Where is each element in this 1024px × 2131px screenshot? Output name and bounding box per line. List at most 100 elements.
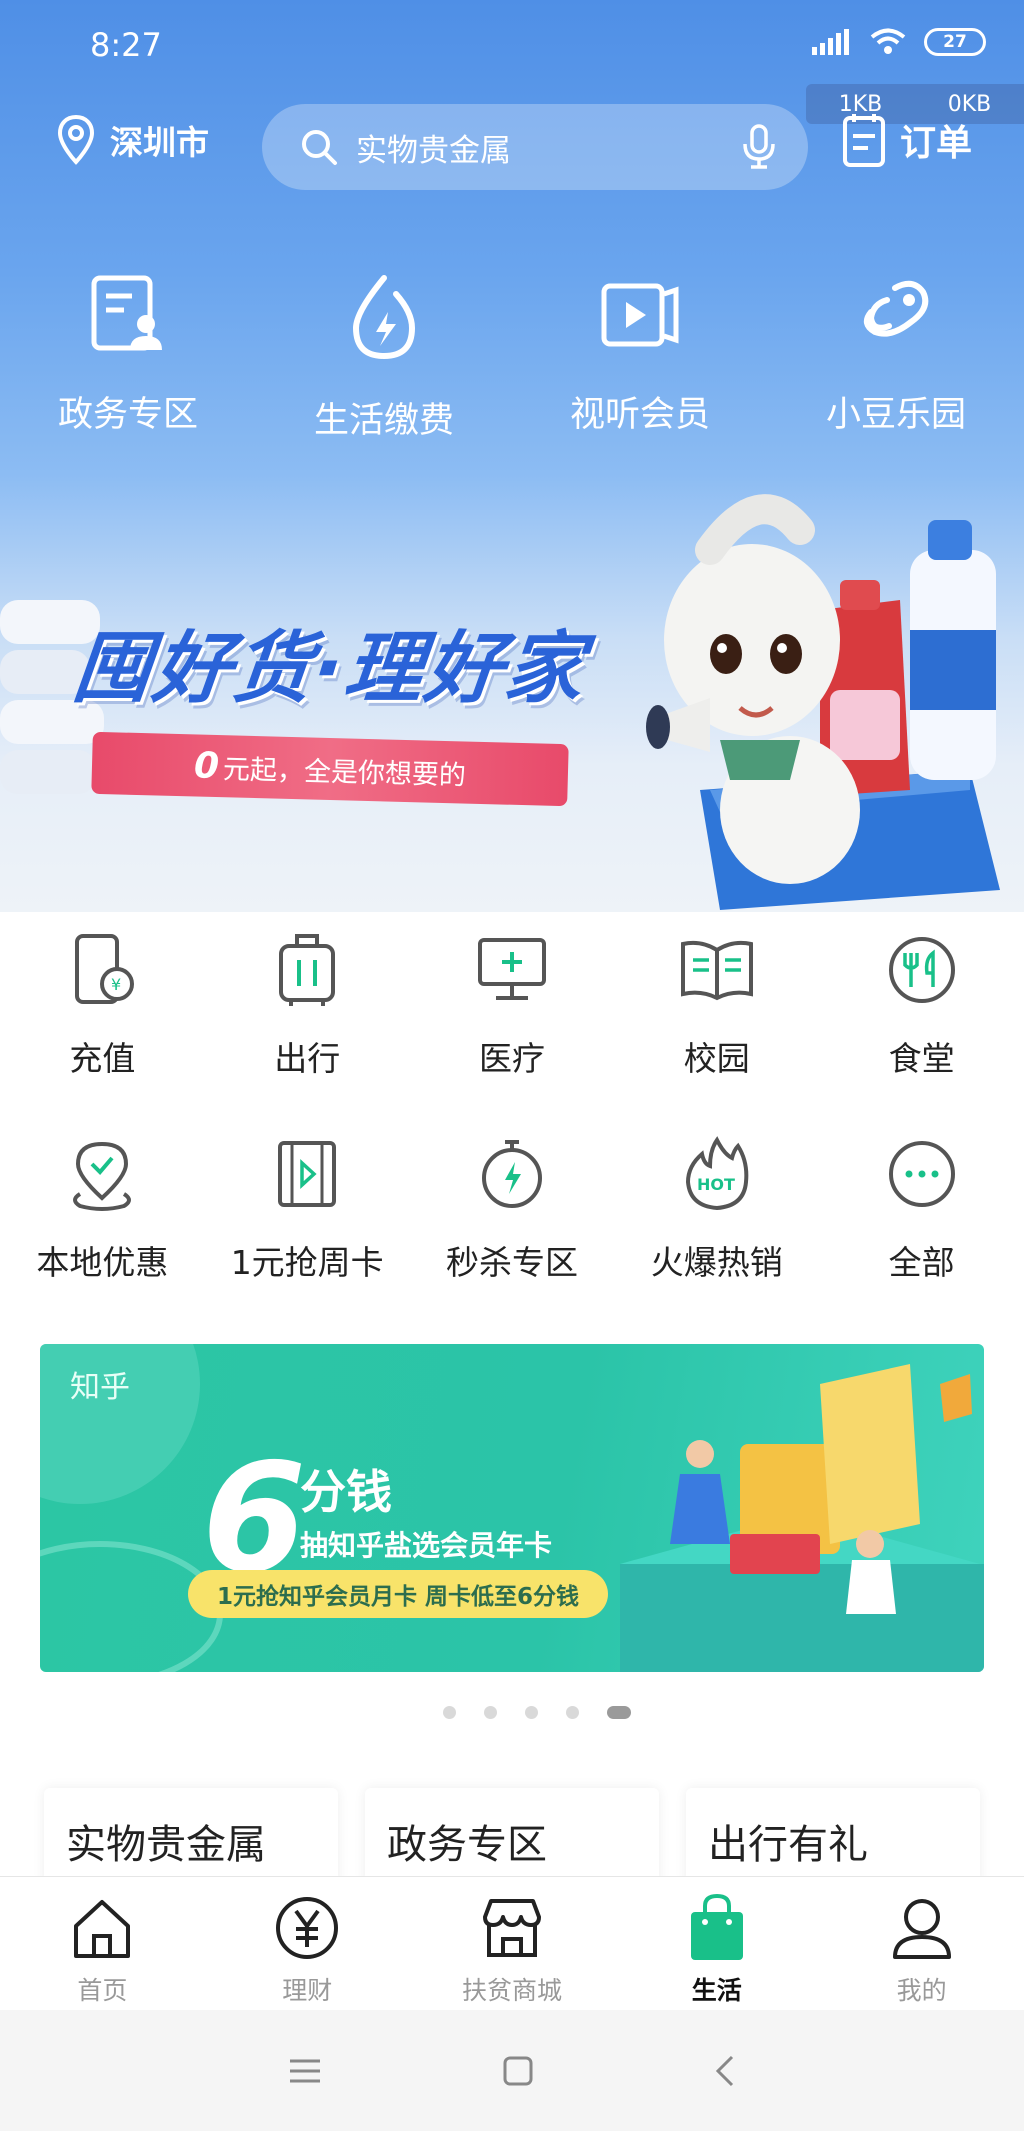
promo-decoration xyxy=(40,1344,984,1672)
ribbon-number: 0 xyxy=(193,744,220,787)
stopwatch-bolt-icon xyxy=(481,1140,542,1208)
tab-label: 理财 xyxy=(282,1976,333,2005)
tab-label: 我的 xyxy=(896,1976,947,2005)
hero-item-government[interactable]: 政务专区 xyxy=(0,272,256,443)
search-bar[interactable]: 实物贵金属 xyxy=(262,104,808,190)
hero-section: 8:27 27 1KB 0KB 深圳市 实物贵金属 订单 政务专区 生活缴费 视… xyxy=(0,0,1024,912)
orders-label: 订单 xyxy=(900,123,973,164)
service-travel[interactable]: 出行 xyxy=(205,930,410,1134)
tab-label: 生活 xyxy=(691,1976,742,2005)
tab-poverty-mall[interactable]: 扶贫商城 xyxy=(410,1877,615,2010)
service-recharge[interactable]: ¥ 充值 xyxy=(0,930,205,1134)
service-label: 充值 xyxy=(69,1039,136,1078)
microphone-icon[interactable] xyxy=(742,124,776,170)
hero-item-video[interactable]: 视听会员 xyxy=(512,272,768,443)
service-label: 1元抢周卡 xyxy=(230,1243,384,1282)
orders-button[interactable]: 订单 xyxy=(842,112,972,168)
card-precious-metals[interactable]: 实物贵金属 xyxy=(44,1788,338,1888)
menu-icon[interactable] xyxy=(288,2057,322,2085)
top-navigation: 深圳市 实物贵金属 订单 xyxy=(0,100,1024,196)
service-canteen[interactable]: 食堂 xyxy=(819,930,1024,1134)
service-label: 食堂 xyxy=(888,1039,955,1078)
banner-title: 囤好货·理好家 xyxy=(68,624,590,714)
video-icon xyxy=(601,283,679,347)
carousel-dot[interactable] xyxy=(443,1706,456,1719)
back-icon[interactable] xyxy=(714,2054,736,2088)
carousel-dot[interactable] xyxy=(525,1706,538,1719)
status-time: 8:27 xyxy=(90,26,162,64)
promo-brand: 知乎 xyxy=(70,1370,130,1405)
city-selector[interactable]: 深圳市 xyxy=(56,114,209,166)
promo-pill: 1元抢知乎会员月卡 周卡低至6分钱 xyxy=(188,1570,608,1618)
service-label: 火爆热销 xyxy=(650,1243,783,1282)
service-row-2: 本地优惠 1元抢周卡 秒杀专区 HOT 火爆热销 全部 xyxy=(0,1134,1024,1338)
battery-indicator: 27 xyxy=(924,28,986,56)
mascot-illustration xyxy=(646,494,1000,910)
hero-item-bean-park[interactable]: 小豆乐园 xyxy=(768,272,1024,443)
yuan-icon xyxy=(276,1897,339,1959)
status-bar: 8:27 27 1KB 0KB xyxy=(0,0,1024,124)
system-navigation-bar xyxy=(0,2010,1024,2131)
service-weekly-card[interactable]: 1元抢周卡 xyxy=(205,1134,410,1338)
hero-item-bills[interactable]: 生活缴费 xyxy=(256,272,512,443)
tab-home[interactable]: 首页 xyxy=(0,1877,205,2010)
tab-label: 首页 xyxy=(77,1976,128,2005)
service-label: 本地优惠 xyxy=(36,1243,169,1282)
store-icon xyxy=(482,1899,541,1957)
user-icon xyxy=(892,1899,951,1959)
book-icon xyxy=(680,940,753,1001)
carousel-dot[interactable] xyxy=(566,1706,579,1719)
promo-banner[interactable]: 知乎 6 分钱 抽知乎盐选会员年卡 1元抢知乎会员月卡 周卡低至6分钱 xyxy=(40,1344,984,1672)
service-grid: ¥ 充值 出行 医疗 校园 食堂 本地优惠 1元抢周卡 秒杀专区 HOT 火爆热… xyxy=(0,930,1024,1338)
service-hot-sales[interactable]: HOT 火爆热销 xyxy=(614,1134,819,1338)
carousel-dot[interactable] xyxy=(484,1706,497,1719)
signal-icon xyxy=(812,29,849,55)
search-placeholder: 实物贵金属 xyxy=(356,132,511,169)
app-page: 8:27 27 1KB 0KB 深圳市 实物贵金属 订单 政务专区 生活缴费 视… xyxy=(0,0,1024,2131)
promo-headline: 分钱 xyxy=(300,1465,392,1519)
fork-knife-icon xyxy=(888,937,955,1003)
service-label: 校园 xyxy=(683,1039,750,1078)
phone-recharge-icon: ¥ xyxy=(75,934,135,1004)
status-icons: 27 xyxy=(812,28,986,56)
service-row-1: ¥ 充值 出行 医疗 校园 食堂 xyxy=(0,930,1024,1134)
service-campus[interactable]: 校园 xyxy=(614,930,819,1134)
home-square-icon[interactable] xyxy=(502,2055,534,2087)
service-flash-sale[interactable]: 秒杀专区 xyxy=(410,1134,615,1338)
bottom-tab-bar: 首页 理财 扶贫商城 生活 我的 xyxy=(0,1876,1024,2010)
medical-monitor-icon xyxy=(477,938,546,1000)
city-name: 深圳市 xyxy=(110,123,209,162)
hero-item-label: 小豆乐园 xyxy=(825,395,966,435)
banner-ribbon: 0 元起，全是你想要的 xyxy=(91,731,569,807)
card-travel-gift[interactable]: 出行有礼 xyxy=(686,1788,980,1888)
bean-icon xyxy=(863,280,929,337)
tab-finance[interactable]: 理财 xyxy=(205,1877,410,2010)
service-local-deals[interactable]: 本地优惠 xyxy=(0,1134,205,1338)
tab-mine[interactable]: 我的 xyxy=(819,1877,1024,2010)
luggage-icon xyxy=(279,934,336,1006)
service-all[interactable]: 全部 xyxy=(819,1134,1024,1338)
hero-banner[interactable]: 囤好货·理好家 0 元起，全是你想要的 xyxy=(0,480,1024,912)
hero-item-label: 生活缴费 xyxy=(313,401,454,441)
ribbon-text: 元起，全是你想要的 xyxy=(222,753,467,792)
promo-subtitle: 抽知乎盐选会员年卡 xyxy=(300,1529,553,1562)
home-icon xyxy=(74,1900,131,1958)
shopping-bag-icon xyxy=(690,1894,743,1960)
service-label: 医疗 xyxy=(478,1039,545,1078)
card-government[interactable]: 政务专区 xyxy=(365,1788,659,1888)
wifi-icon xyxy=(870,28,906,54)
water-drop-bolt-icon xyxy=(352,275,416,360)
hero-item-label: 政务专区 xyxy=(57,395,198,435)
tab-label: 扶贫商城 xyxy=(461,1976,562,2005)
service-label: 全部 xyxy=(888,1243,955,1282)
svg-text:¥: ¥ xyxy=(111,975,121,994)
more-icon xyxy=(888,1141,955,1207)
svg-text:HOT: HOT xyxy=(697,1175,735,1194)
carousel-indicator xyxy=(0,1706,1024,1719)
carousel-dot-active[interactable] xyxy=(607,1706,631,1719)
search-icon xyxy=(302,130,337,165)
location-pin-icon xyxy=(57,114,95,165)
hero-item-label: 视听会员 xyxy=(569,395,710,435)
tab-life[interactable]: 生活 xyxy=(614,1877,819,2010)
service-medical[interactable]: 医疗 xyxy=(410,930,615,1134)
